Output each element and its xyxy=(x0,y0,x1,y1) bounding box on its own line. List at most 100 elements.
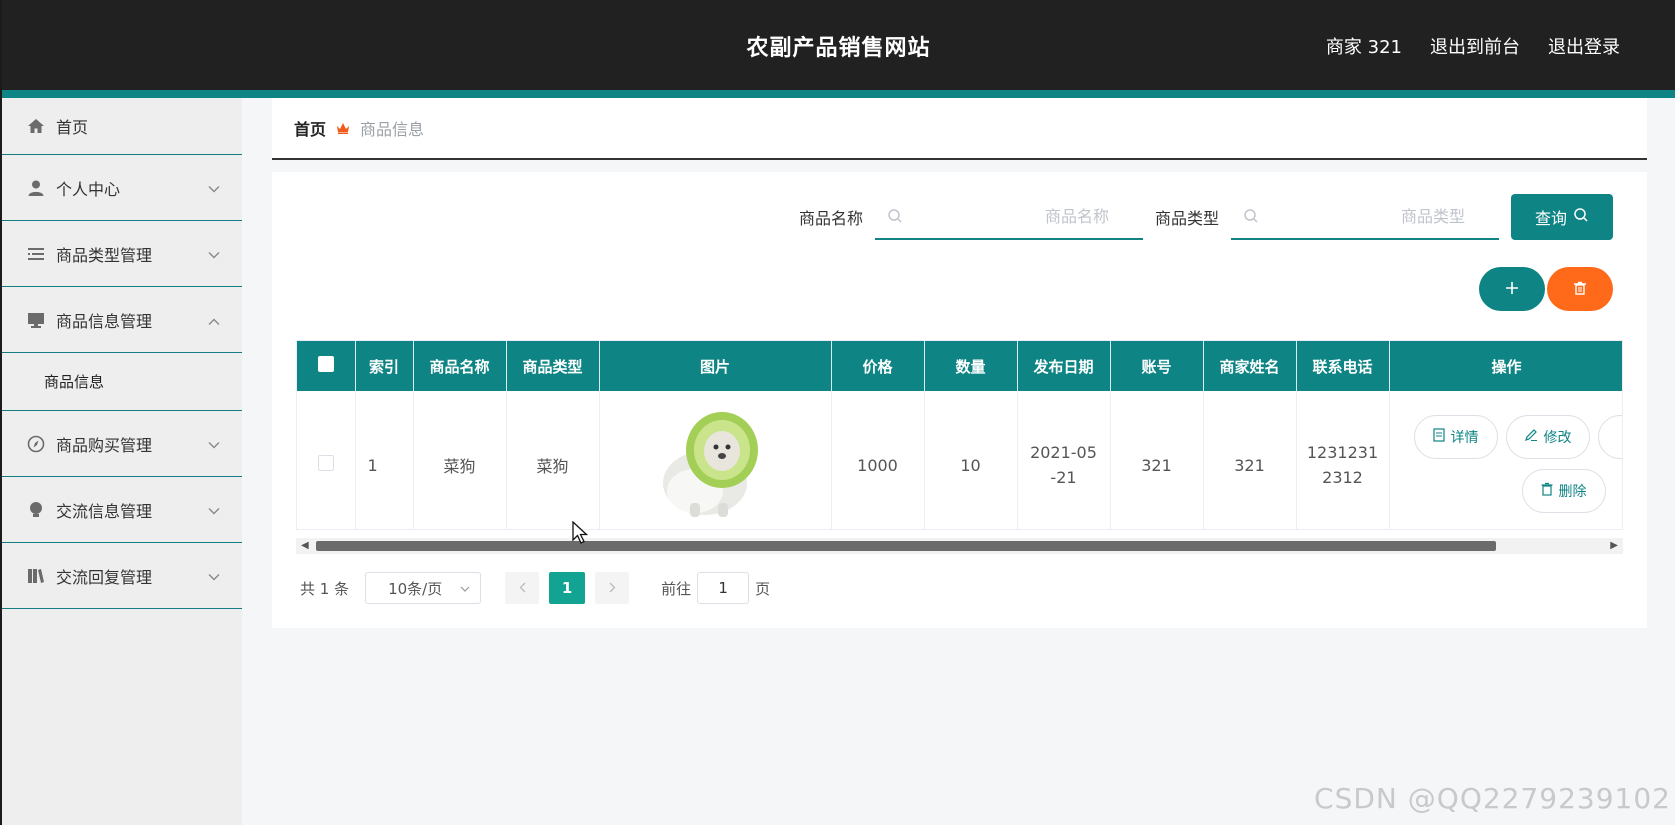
query-button[interactable]: 查询 xyxy=(1511,194,1613,240)
bulb-icon xyxy=(26,500,46,520)
query-button-label: 查询 xyxy=(1534,209,1567,228)
document-icon xyxy=(1432,428,1445,446)
table-actions xyxy=(1479,267,1613,311)
table-row: 1 菜狗 菜狗 1000 10 2021-05 -21 321 321 1231… xyxy=(297,391,1622,529)
select-all-cell xyxy=(297,341,356,391)
sidebar-item-reply-manage[interactable]: 交流回复管理 xyxy=(2,543,242,609)
row-select-cell xyxy=(297,391,356,529)
column-header: 发布日期 xyxy=(1017,341,1111,391)
column-header: 联系电话 xyxy=(1296,341,1390,391)
total-count: 共 1 条 xyxy=(300,579,350,598)
next-page-button[interactable] xyxy=(595,572,630,604)
edit-button[interactable]: 修改 xyxy=(1505,415,1590,459)
row-actions: 详情 修改 删除 xyxy=(1390,391,1622,529)
prev-page-button[interactable] xyxy=(505,572,540,604)
select-all-checkbox[interactable] xyxy=(317,356,334,372)
header-accent-bar xyxy=(2,90,1675,98)
cell-quantity: 10 xyxy=(924,391,1018,529)
column-header: 索引 xyxy=(355,341,414,391)
batch-delete-button[interactable] xyxy=(1547,267,1613,311)
cell-phone: 1231231 2312 xyxy=(1296,391,1390,529)
page-size-select[interactable]: 10条/页 xyxy=(365,572,482,604)
cell-ops: 详情 修改 删除 xyxy=(1389,391,1622,529)
column-header: 操作 xyxy=(1389,341,1622,391)
cell-name: 菜狗 xyxy=(413,391,507,529)
cell-merchant: 321 xyxy=(1203,391,1297,529)
cell-account: 321 xyxy=(1110,391,1204,529)
header-actions: 商家 321 退出到前台 退出登录 xyxy=(1326,33,1620,59)
sidebar-item-label: 商品类型管理 xyxy=(56,245,153,265)
sidebar-item-label: 商品信息管理 xyxy=(56,311,153,331)
exit-to-front-link[interactable]: 退出到前台 xyxy=(1430,33,1520,59)
delete-button[interactable]: 删除 xyxy=(1521,469,1606,513)
cell-price: 1000 xyxy=(831,391,925,529)
product-type-field xyxy=(1231,194,1499,240)
sidebar-subitem-product-info[interactable]: 商品信息 xyxy=(2,353,242,411)
page-suffix: 页 xyxy=(755,579,771,598)
user-icon xyxy=(26,178,46,198)
column-header: 商家姓名 xyxy=(1203,341,1297,391)
cell-index: 1 xyxy=(355,391,414,529)
column-header: 商品名称 xyxy=(413,341,507,391)
detail-button[interactable]: 详情 xyxy=(1413,415,1498,459)
current-user[interactable]: 商家 321 xyxy=(1326,33,1402,59)
scroll-left-icon[interactable]: ◀ xyxy=(301,540,309,551)
phone-line: 2312 xyxy=(1322,468,1363,487)
sidebar-item-category-manage[interactable]: 商品类型管理 xyxy=(2,221,242,287)
breadcrumb-current: 商品信息 xyxy=(360,120,425,139)
logout-link[interactable]: 退出登录 xyxy=(1548,33,1620,59)
top-header: 农副产品销售网站 商家 321 退出到前台 退出登录 xyxy=(2,0,1675,90)
trash-icon xyxy=(1573,281,1587,298)
column-header: 数量 xyxy=(924,341,1018,391)
sidebar-item-personal-center[interactable]: 个人中心 xyxy=(2,155,242,221)
breadcrumb-home[interactable]: 首页 xyxy=(294,116,326,140)
sidebar-subitem-label: 商品信息 xyxy=(44,373,105,391)
product-name-input[interactable] xyxy=(874,194,1143,238)
book-icon xyxy=(26,566,46,586)
mouse-cursor-icon xyxy=(572,520,589,549)
product-name-label: 商品名称 xyxy=(798,209,863,228)
add-button[interactable] xyxy=(1479,267,1545,311)
horizontal-scrollbar[interactable]: ◀ ▶ xyxy=(296,538,1623,554)
product-name-field xyxy=(874,194,1143,240)
sidebar-item-label: 交流信息管理 xyxy=(56,501,153,521)
chevron-left-icon xyxy=(519,579,526,597)
compass-icon xyxy=(26,434,46,454)
scroll-right-icon[interactable]: ▶ xyxy=(1610,540,1618,551)
date-line: -21 xyxy=(1050,468,1077,487)
more-button[interactable] xyxy=(1597,415,1622,459)
product-image xyxy=(650,403,780,523)
chevron-down-icon xyxy=(208,178,220,197)
sidebar-item-label: 首页 xyxy=(56,118,89,137)
cell-image xyxy=(599,391,832,529)
home-icon xyxy=(26,116,46,136)
table-header-row: 索引 商品名称 商品类型 图片 价格 数量 发布日期 账号 商家姓名 联系电话 … xyxy=(297,341,1622,391)
goto-label: 前往 xyxy=(661,579,692,598)
chevron-down-icon xyxy=(208,244,220,263)
monitor-icon xyxy=(26,310,46,330)
column-header: 商品类型 xyxy=(506,341,600,391)
product-type-input[interactable] xyxy=(1231,194,1499,238)
column-header: 价格 xyxy=(831,341,925,391)
sidebar-item-home[interactable]: 首页 xyxy=(2,98,242,155)
goto-page-input[interactable] xyxy=(697,572,750,604)
sidebar-item-label: 交流回复管理 xyxy=(56,567,153,587)
search-bar: 商品名称 商品类型 查询 xyxy=(799,194,1613,240)
sidebar-item-purchase-manage[interactable]: 商品购买管理 xyxy=(2,411,242,477)
phone-line: 1231231 xyxy=(1306,443,1379,462)
row-checkbox[interactable] xyxy=(317,455,334,471)
sidebar-item-product-manage[interactable]: 商品信息管理 xyxy=(2,287,242,353)
plus-icon xyxy=(1505,281,1519,298)
sidebar-item-message-manage[interactable]: 交流信息管理 xyxy=(2,477,242,543)
column-header: 账号 xyxy=(1110,341,1204,391)
scroll-thumb[interactable] xyxy=(316,541,1496,551)
cell-date: 2021-05 -21 xyxy=(1017,391,1111,529)
chevron-down-icon xyxy=(460,579,470,597)
detail-button-label: 详情 xyxy=(1450,430,1479,446)
edit-icon xyxy=(1524,428,1538,446)
chevron-up-icon xyxy=(208,310,220,329)
list-icon xyxy=(26,244,46,264)
watermark: CSDN @QQ2279239102 xyxy=(1314,782,1671,815)
page-number-current[interactable]: 1 xyxy=(549,572,586,604)
sidebar-item-label: 个人中心 xyxy=(56,179,121,199)
